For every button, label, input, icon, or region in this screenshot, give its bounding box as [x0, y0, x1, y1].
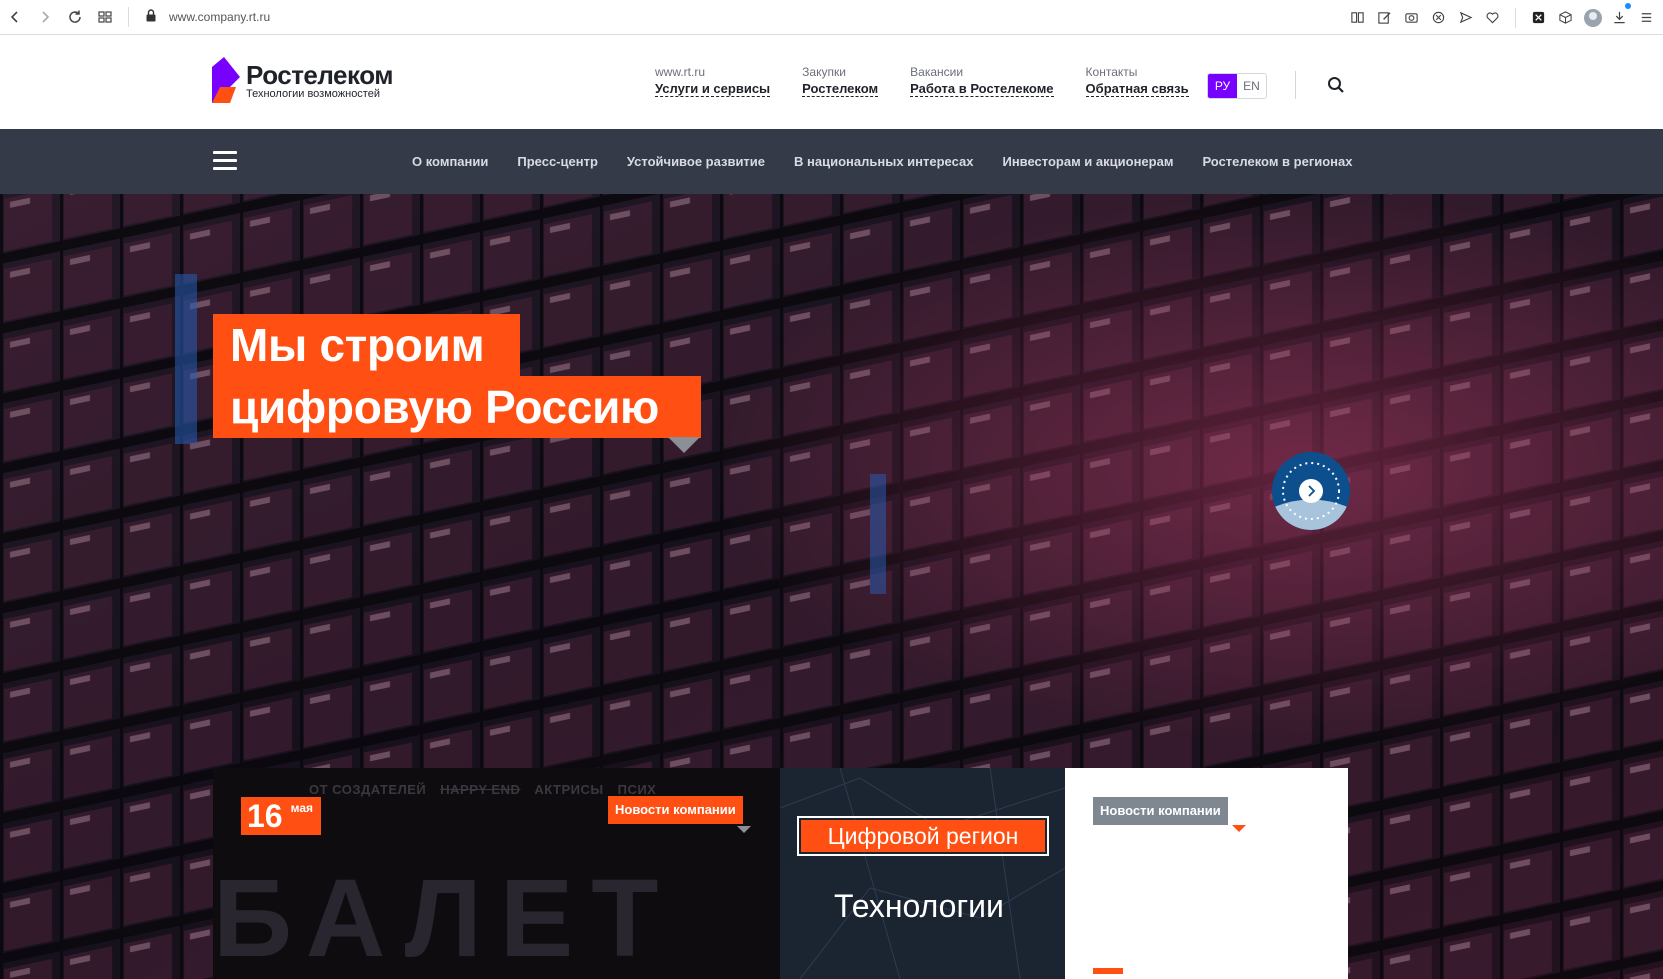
card1-date-badge: 16 мая	[241, 797, 321, 835]
back-icon[interactable]	[0, 2, 30, 32]
top-link-contacts[interactable]: Контакты Обратная связь	[1085, 65, 1189, 98]
news-card-1[interactable]: БАЛЕТ ОТ СОЗДАТЕЛЕЙ HAPPY END АКТРИСЫ ПС…	[213, 768, 780, 979]
send-icon[interactable]	[1453, 5, 1478, 30]
hero-title-line-2: цифровую Россию	[213, 376, 701, 438]
hero-title-line-1: Мы строим	[213, 314, 520, 376]
card2-map-background	[780, 768, 1065, 979]
download-indicator	[1625, 3, 1631, 9]
browser-actions	[1345, 0, 1663, 35]
address-bar[interactable]: www.company.rt.ru	[169, 10, 270, 24]
lang-ru-button[interactable]: РУ	[1208, 74, 1237, 98]
main-nav: О компании Пресс-центр Устойчивое развит…	[0, 129, 1663, 194]
cube-icon[interactable]	[1553, 5, 1578, 30]
news-card-3[interactable]: Новости компании	[1065, 768, 1348, 979]
top-link-contacts-caption: Контакты	[1085, 65, 1138, 79]
card3-content-peek	[1093, 968, 1123, 974]
search-icon[interactable]	[1327, 76, 1345, 94]
language-switcher: РУ EN	[1207, 73, 1267, 99]
card1-credit-3: АКТРИСЫ	[534, 782, 604, 797]
reader-mode-icon[interactable]	[1345, 5, 1370, 30]
nav-item-national[interactable]: В национальных интересах	[794, 154, 973, 169]
top-link-procurement-label[interactable]: Ростелеком	[802, 81, 879, 97]
toolbar-divider	[128, 7, 129, 27]
card1-tag-tail	[737, 826, 751, 833]
nav-items: О компании Пресс-центр Устойчивое развит…	[412, 129, 1352, 194]
card1-poster-text: БАЛЕТ	[213, 857, 677, 979]
card1-date-day: 16	[247, 798, 283, 834]
logo-mark-icon	[212, 57, 240, 105]
card2-label: Цифровой регион	[801, 820, 1045, 852]
top-link-procurement-caption: Закупки	[802, 65, 846, 79]
news-card-2[interactable]: Цифровой регион Технологии	[780, 768, 1065, 979]
browser-toolbar: www.company.rt.ru	[0, 0, 1663, 35]
logo-slogan: Технологии возможностей	[246, 87, 380, 100]
nav-item-press[interactable]: Пресс-центр	[517, 154, 598, 169]
card1-category-tag[interactable]: Новости компании	[608, 796, 743, 824]
card1-credit-4: ПСИХ	[617, 782, 657, 797]
top-link-services[interactable]: www.rt.ru Услуги и сервисы	[655, 65, 771, 98]
heart-icon[interactable]	[1480, 5, 1505, 30]
top-link-vacancies-label[interactable]: Работа в Ростелекоме	[910, 81, 1054, 97]
nav-item-investors[interactable]: Инвесторам и акционерам	[1002, 154, 1173, 169]
top-link-vacancies[interactable]: Вакансии Работа в Ростелекоме	[910, 65, 1054, 98]
screenshot-icon[interactable]	[1399, 5, 1424, 30]
edit-icon[interactable]	[1372, 5, 1397, 30]
top-link-services-caption: www.rt.ru	[655, 65, 706, 79]
top-links: www.rt.ru Услуги и сервисы Закупки Росте…	[655, 65, 1189, 98]
lock-icon[interactable]	[145, 9, 157, 25]
top-link-vacancies-caption: Вакансии	[910, 65, 964, 79]
hamburger-menu-icon[interactable]	[213, 151, 237, 171]
card2-label-frame: Цифровой регион	[797, 816, 1049, 856]
nav-item-about[interactable]: О компании	[412, 154, 488, 169]
hero-banner: Мы строим цифровую Россию БАЛЕТ ОТ СОЗДА…	[0, 194, 1663, 979]
top-link-contacts-label[interactable]: Обратная связь	[1085, 81, 1189, 97]
card2-headline: Технологии	[834, 888, 1004, 924]
menu-icon[interactable]	[1634, 5, 1659, 30]
nav-item-sustainability[interactable]: Устойчивое развитие	[627, 154, 765, 169]
hero-title-tail	[668, 437, 700, 453]
card1-credit-2: HAPPY END	[440, 782, 521, 797]
tabs-grid-icon[interactable]	[90, 2, 120, 32]
card3-category-tag[interactable]: Новости компании	[1093, 797, 1228, 825]
block-icon[interactable]	[1426, 5, 1451, 30]
card3-tag-tail	[1232, 825, 1246, 832]
top-link-procurement[interactable]: Закупки Ростелеком	[802, 65, 879, 98]
toolbar-divider-right	[1515, 7, 1516, 28]
forward-icon[interactable]	[30, 2, 60, 32]
rostelecom-logo[interactable]: Ростелеком Технологии возможностей	[212, 57, 393, 105]
lang-en-button[interactable]: EN	[1237, 74, 1266, 98]
nav-item-regions[interactable]: Ростелеком в регионах	[1202, 154, 1352, 169]
header-divider	[1295, 71, 1296, 99]
logo-name: Ростелеком	[246, 59, 393, 90]
slider-next-button[interactable]	[1272, 452, 1350, 530]
extension-icon[interactable]	[1526, 5, 1551, 30]
reload-icon[interactable]	[60, 2, 90, 32]
card1-date-month: мая	[290, 801, 313, 815]
hero-title: Мы строим цифровую Россию	[213, 314, 701, 438]
profile-avatar[interactable]	[1580, 5, 1605, 30]
top-link-services-label[interactable]: Услуги и сервисы	[655, 81, 771, 97]
site-header: Ростелеком Технологии возможностей www.r…	[0, 35, 1663, 129]
card1-credit-1: ОТ СОЗДАТЕЛЕЙ	[309, 782, 427, 797]
card1-credits: ОТ СОЗДАТЕЛЕЙ HAPPY END АКТРИСЫ ПСИХ	[309, 782, 656, 797]
